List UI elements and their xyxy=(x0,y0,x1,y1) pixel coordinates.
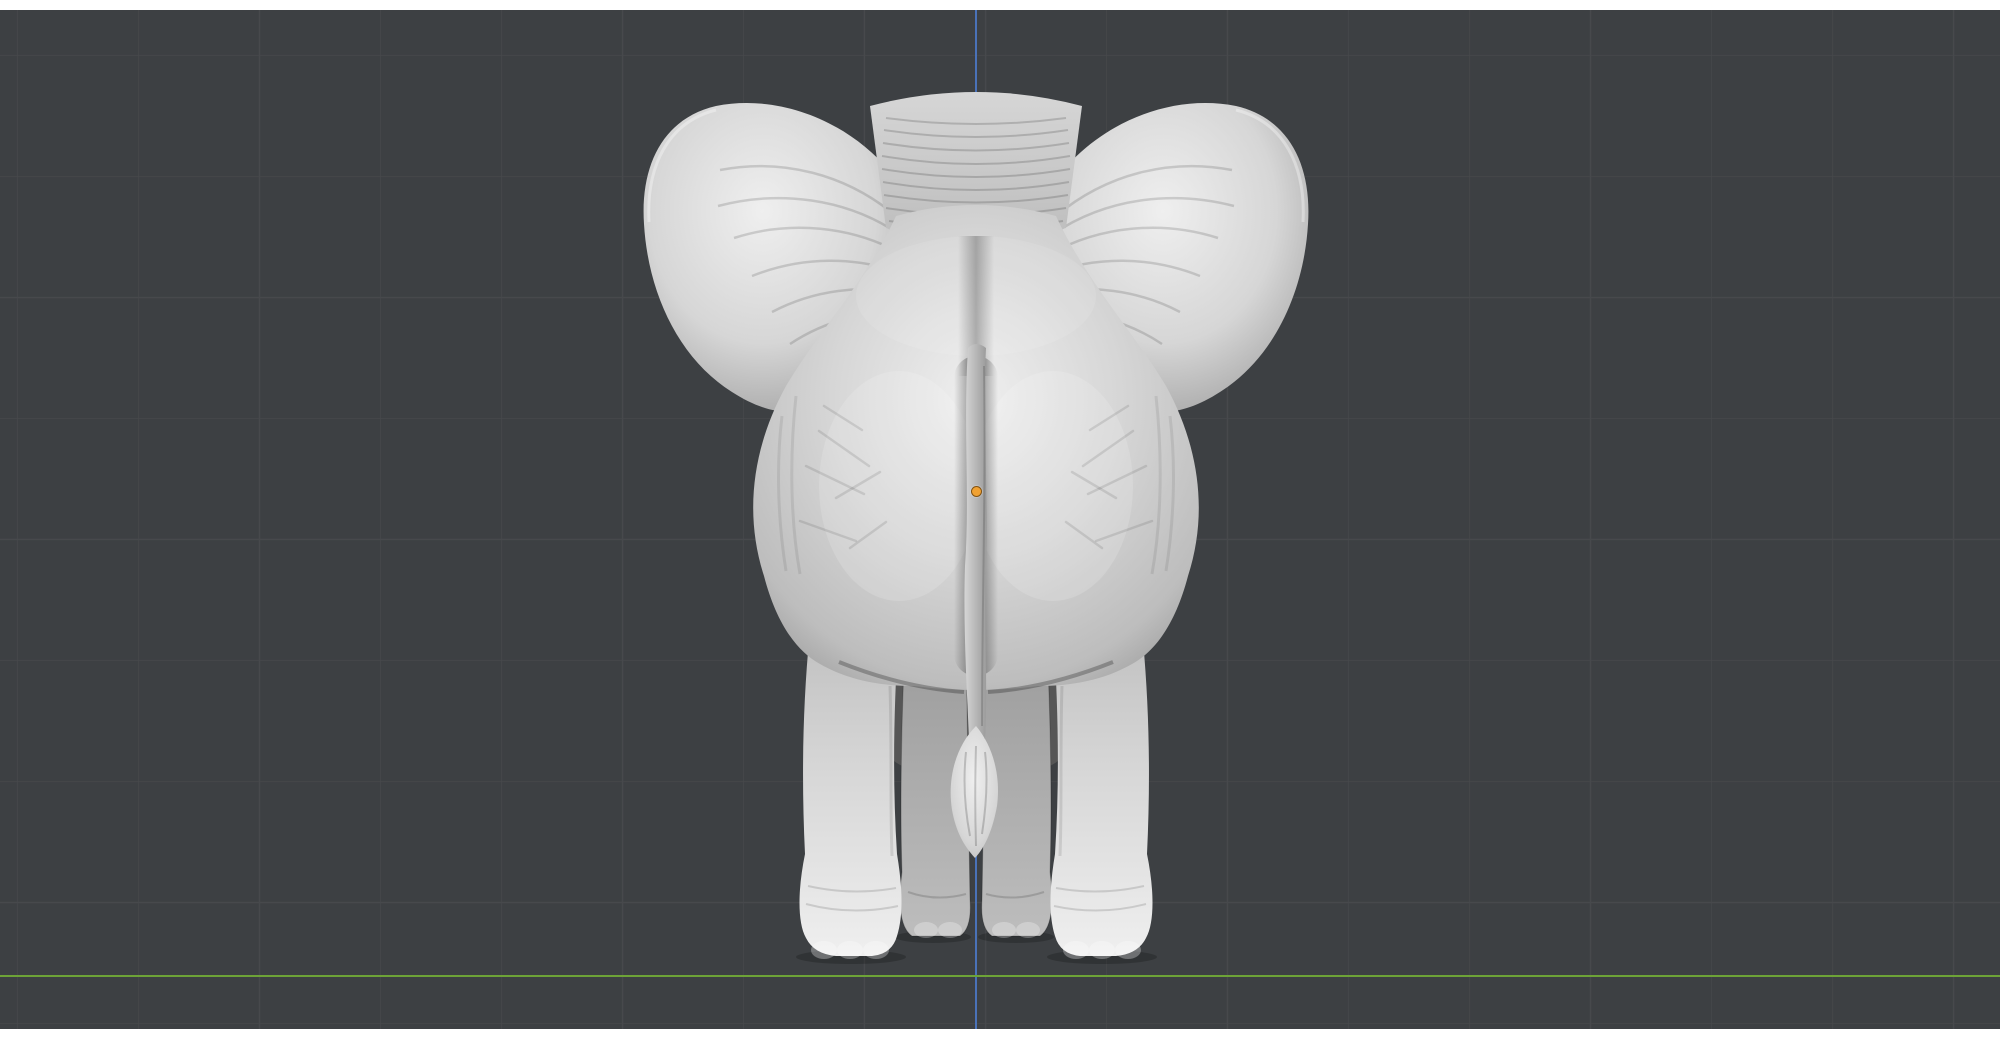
frame-strip-top xyxy=(0,0,2000,10)
elephant-model[interactable] xyxy=(614,66,1338,978)
screenshot-frame xyxy=(0,0,2000,1039)
viewport-3d[interactable] xyxy=(0,10,2000,1029)
frame-strip-bottom xyxy=(0,1029,2000,1039)
origin-point[interactable] xyxy=(971,486,982,497)
tail[interactable] xyxy=(964,344,987,738)
front-toe-bumps xyxy=(914,922,1040,938)
